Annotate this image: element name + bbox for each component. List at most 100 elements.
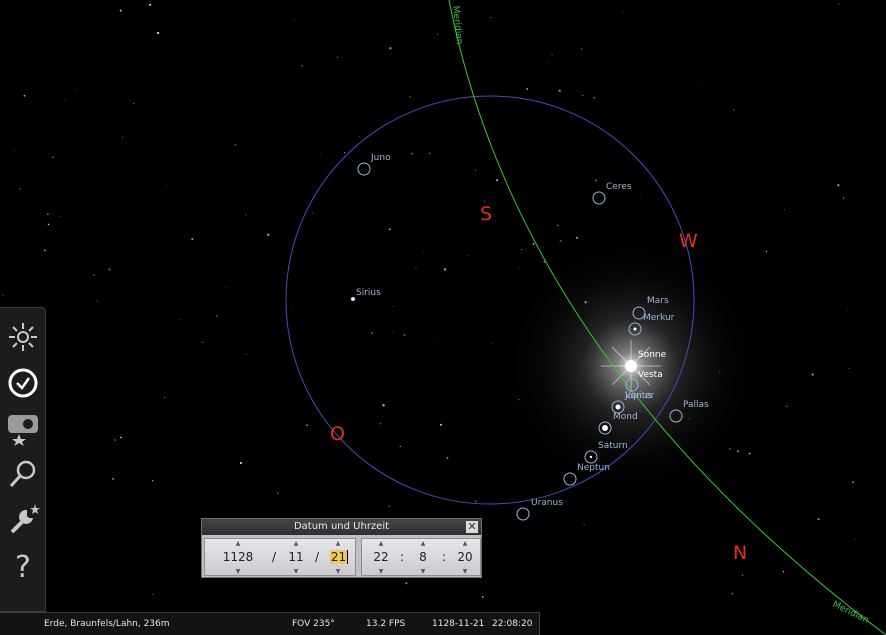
svg-text:Sonne: Sonne: [638, 350, 667, 360]
second-up-arrow[interactable]: ▲: [459, 540, 471, 547]
star: [108, 268, 111, 271]
dialog-title: Datum und Uhrzeit: [293, 521, 390, 532]
minute-down-arrow[interactable]: ▼: [417, 568, 429, 575]
search-icon: [9, 460, 36, 488]
location-button[interactable]: [5, 410, 41, 446]
star: [306, 424, 308, 427]
star: [474, 500, 477, 503]
svg-text:Juno: Juno: [370, 153, 391, 163]
day-up-arrow[interactable]: ▲: [332, 540, 344, 547]
svg-text:Pallas: Pallas: [683, 400, 709, 410]
star: [267, 233, 270, 236]
object-vesta[interactable]: Vesta: [638, 370, 663, 380]
star: [119, 9, 122, 12]
star: [371, 332, 373, 335]
star: [731, 592, 734, 595]
star: [847, 311, 848, 313]
star: [851, 481, 855, 484]
hour-down-arrow[interactable]: ▼: [375, 568, 387, 575]
star: [437, 33, 439, 35]
dialog-title-bar[interactable]: Datum und Uhrzeit: [202, 519, 481, 535]
svg-text:Vesta: Vesta: [638, 370, 663, 380]
dialog-close-button[interactable]: ✕: [466, 521, 478, 533]
star: [782, 571, 785, 573]
star: [434, 339, 435, 340]
object-ceres[interactable]: Ceres: [592, 182, 632, 205]
search-button[interactable]: [5, 456, 41, 492]
star: [765, 250, 768, 253]
year-field[interactable]: 1128: [219, 550, 257, 564]
star: [178, 319, 180, 321]
date-separator-1: /: [272, 550, 277, 564]
meridian-label-top: Meridian: [450, 5, 464, 45]
star: [382, 404, 385, 407]
sky-viewing-options-button[interactable]: [5, 319, 41, 355]
star: [301, 64, 304, 67]
star: [96, 300, 98, 302]
status-fps: 13.2 FPS: [366, 619, 406, 629]
day-value-selected: 21: [329, 550, 349, 564]
star: [698, 84, 700, 86]
star: [245, 353, 247, 355]
star: [47, 213, 49, 215]
date-time-dialog[interactable]: Datum und Uhrzeit ✕ ▲ 1128 ▼ / ▲ 11 ▼ / …: [201, 518, 482, 578]
second-field[interactable]: 20: [452, 550, 478, 564]
cardinal-south: S: [480, 203, 492, 225]
star: [191, 238, 194, 241]
star: [43, 249, 46, 252]
star: [312, 212, 313, 214]
star: [547, 62, 549, 64]
star: [164, 396, 166, 399]
minute-up-arrow[interactable]: ▲: [417, 540, 429, 547]
star: [580, 48, 583, 50]
object-juno[interactable]: Juno: [357, 153, 391, 176]
day-down-arrow[interactable]: ▼: [332, 568, 344, 575]
star: [319, 152, 321, 154]
star: [120, 436, 122, 439]
star: [467, 255, 469, 257]
star: [151, 479, 154, 482]
svg-text:Jupiter: Jupiter: [624, 391, 655, 401]
star: [595, 179, 598, 182]
month-up-arrow[interactable]: ▲: [290, 540, 302, 547]
time-group: ▲ 22 ▼ : ▲ 8 ▼ : ▲ 20 ▼: [361, 538, 481, 576]
star: [854, 538, 856, 540]
star: [428, 152, 431, 155]
help-button[interactable]: ?: [5, 548, 41, 585]
month-field[interactable]: 11: [285, 550, 307, 564]
star: [558, 89, 561, 92]
star: [399, 445, 401, 447]
svg-text:Uranus: Uranus: [531, 498, 563, 508]
star: [19, 188, 21, 190]
star: [277, 492, 279, 494]
star: [239, 461, 242, 465]
year-up-arrow[interactable]: ▲: [232, 540, 244, 547]
hour-up-arrow[interactable]: ▲: [375, 540, 387, 547]
star: [838, 3, 840, 5]
minute-field[interactable]: 8: [412, 550, 434, 564]
star: [581, 94, 584, 97]
year-down-arrow[interactable]: ▼: [232, 568, 244, 575]
object-sirius[interactable]: Sirius: [351, 288, 381, 301]
status-time: 22:08:20: [492, 619, 533, 629]
svg-text:Mars: Mars: [647, 296, 669, 306]
star: [225, 287, 227, 288]
star: [344, 152, 346, 154]
star: [166, 185, 168, 186]
star: [23, 94, 26, 97]
star: [521, 248, 523, 251]
day-field[interactable]: 21: [329, 550, 349, 564]
status-date: 1128-11-21: [432, 619, 485, 629]
star: [291, 308, 292, 310]
hour-field[interactable]: 22: [368, 550, 394, 564]
star: [640, 194, 642, 196]
star: [352, 173, 354, 174]
configuration-button[interactable]: [5, 502, 41, 538]
star: [92, 274, 95, 277]
star: [52, 156, 54, 158]
svg-text:?: ?: [15, 550, 31, 584]
status-fov: FOV 235°: [292, 619, 335, 629]
date-time-button[interactable]: [5, 365, 41, 401]
month-down-arrow[interactable]: ▼: [290, 568, 302, 575]
second-down-arrow[interactable]: ▼: [459, 568, 471, 575]
